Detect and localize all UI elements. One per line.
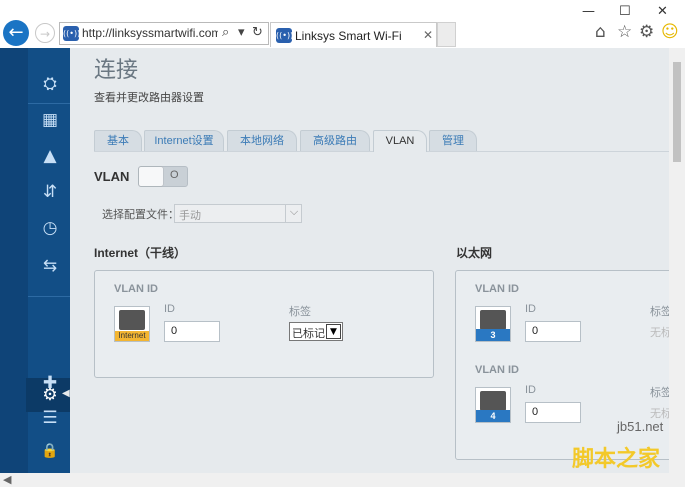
profile-select[interactable]: 手动 ⌵ (174, 204, 302, 223)
id-label: ID (525, 303, 536, 315)
minimize-button[interactable]: — (582, 4, 595, 19)
tab-management[interactable]: 管理 (429, 130, 477, 151)
new-tab-button[interactable] (437, 22, 456, 47)
main-content: 连接 查看并更改路由器设置 基本 Internet设置 本地网络 高级路由 VL… (70, 48, 669, 473)
tab-basic[interactable]: 基本 (94, 130, 142, 151)
maximize-button[interactable]: ☐ (619, 4, 631, 19)
port-number: 4 (476, 410, 510, 422)
vertical-scrollbar[interactable] (669, 48, 685, 473)
page-title: 连接 (94, 57, 139, 82)
tag-select-value: 已标记 (292, 328, 325, 340)
vlan-toggle[interactable]: O (138, 166, 188, 187)
profile-value: 手动 (179, 210, 201, 222)
tab-internet-settings[interactable]: Internet设置 (144, 130, 224, 151)
internet-port-icon: Internet (114, 306, 150, 342)
toggle-state-text: O (170, 169, 179, 181)
port-3-tag-value[interactable]: 无标 (650, 324, 669, 340)
usb-icon[interactable]: ⇆ (38, 256, 62, 276)
dropdown-icon[interactable]: ▾ (238, 25, 245, 40)
active-arrow-icon: ◀ (62, 388, 70, 399)
port-jack (480, 310, 506, 330)
ethernet-port-3-icon: 3 (475, 306, 511, 342)
tab-site-icon: ((•)) (276, 28, 293, 43)
internet-panel: VLAN ID ID 标签 Internet 0 已标记 ▼ (94, 270, 434, 378)
toggle-knob (139, 167, 163, 186)
devices-icon[interactable]: ▦ (38, 110, 62, 130)
port-4-vlan-id-input[interactable]: 0 (525, 402, 581, 423)
vlan-id-label: VLAN ID (475, 364, 519, 376)
alert-icon[interactable]: ▲ (38, 146, 62, 166)
tag-label: 标签 (650, 306, 669, 318)
chevron-down-icon: ▼ (326, 324, 341, 339)
address-bar[interactable]: ((•)) http://linksyssmartwifi.com/( ⌕ ▾ … (59, 22, 269, 45)
search-icon[interactable]: ⌕ (222, 25, 229, 40)
tag-label: 标签 (289, 306, 311, 318)
tab-local-network[interactable]: 本地网络 (227, 130, 297, 151)
watermark-url: jb51.net (617, 419, 664, 434)
wireless-icon[interactable]: ☰ (38, 408, 62, 428)
vlan-id-label: VLAN ID (475, 283, 519, 295)
url-text[interactable]: http://linksyssmartwifi.com/( (82, 26, 218, 40)
connectivity-icon[interactable]: ⇵ (38, 182, 62, 202)
id-label: ID (525, 384, 536, 396)
tab-advanced-routing[interactable]: 高级路由 (300, 130, 370, 151)
settings-tabs: 基本 Internet设置 本地网络 高级路由 VLAN 管理 (94, 130, 669, 152)
port-3-vlan-id-input[interactable]: 0 (525, 321, 581, 342)
sidebar-strip (0, 48, 28, 473)
internet-section-title: Internet（干线） (94, 246, 187, 260)
tools-gear-icon[interactable]: ⚙ (639, 22, 654, 42)
sidebar-divider (28, 296, 70, 297)
troubleshoot-icon[interactable]: ✚ (38, 373, 62, 393)
internet-vlan-id-input[interactable]: 0 (164, 321, 220, 342)
ethernet-section-title: 以太网 (456, 246, 493, 260)
internet-port-label: Internet (115, 331, 149, 341)
refresh-icon[interactable]: ↻ (252, 25, 263, 40)
vlan-id-label: VLAN ID (114, 283, 158, 295)
ethernet-port-4-icon: 4 (475, 387, 511, 423)
security-icon[interactable]: 🔒 (38, 443, 62, 459)
sidebar: ⛭ ▦ ▲ ⇵ ◷ ⇆ ⚙ ◀ ✚ ☰ 🔒 (0, 48, 70, 473)
forward-button[interactable]: → (35, 23, 55, 43)
back-button[interactable]: ← (3, 20, 29, 46)
favorites-icon[interactable]: ☆ (617, 22, 632, 42)
port-jack (480, 391, 506, 411)
browser-tab[interactable]: ((•)) Linksys Smart Wi-Fi ✕ (270, 22, 437, 47)
sidebar-divider (28, 103, 70, 104)
horizontal-scrollbar[interactable]: ◀ (0, 473, 685, 487)
browser-chrome: ← → ((•)) http://linksyssmartwifi.com/( … (0, 0, 685, 48)
tab-close-icon[interactable]: ✕ (423, 28, 433, 42)
scroll-left-icon[interactable]: ◀ (3, 473, 11, 486)
watermark-text: 脚本之家 (572, 447, 661, 472)
page-subtitle: 查看并更改路由器设置 (94, 92, 204, 104)
tag-label: 标签 (650, 387, 669, 399)
tab-title: Linksys Smart Wi-Fi (295, 29, 402, 43)
site-icon: ((•)) (63, 26, 80, 41)
port-jack (119, 310, 145, 330)
internet-tag-select[interactable]: 已标记 ▼ (289, 322, 343, 341)
vlan-label: VLAN (94, 169, 130, 184)
port-number: 3 (476, 329, 510, 341)
scrollbar-thumb[interactable] (673, 62, 681, 162)
tab-vlan[interactable]: VLAN (373, 130, 427, 152)
network-map-icon[interactable]: ⛭ (38, 74, 62, 94)
window-close-button[interactable]: ✕ (657, 4, 668, 19)
chevron-down-icon: ⌵ (285, 205, 302, 222)
home-icon[interactable]: ⌂ (595, 22, 606, 42)
smiley-icon[interactable]: ☺ (661, 22, 679, 42)
profile-label: 选择配置文件： (102, 209, 179, 221)
id-label: ID (164, 303, 175, 315)
speed-icon[interactable]: ◷ (38, 218, 62, 238)
